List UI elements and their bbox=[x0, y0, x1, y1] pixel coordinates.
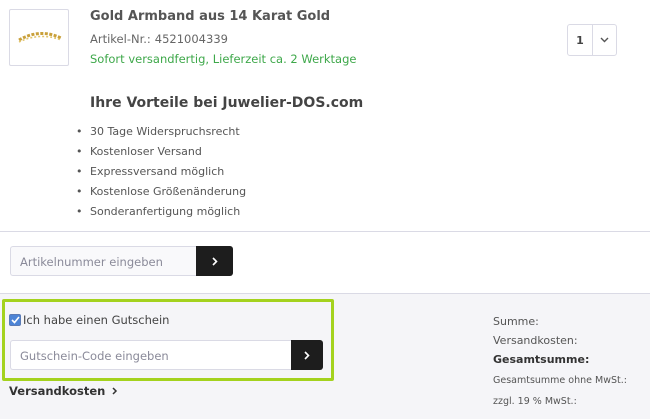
sku-number: 4521004339 bbox=[154, 32, 228, 46]
section-divider bbox=[0, 231, 650, 232]
summary-total-label: Gesamtsumme: bbox=[493, 353, 590, 366]
voucher-checkbox[interactable] bbox=[9, 314, 21, 326]
chevron-down-icon bbox=[593, 37, 616, 43]
product-thumbnail[interactable] bbox=[9, 9, 69, 66]
voucher-submit-button[interactable] bbox=[291, 340, 323, 370]
shipping-status: Sofort versandfertig, Lieferzeit ca. 2 W… bbox=[90, 52, 357, 66]
product-title[interactable]: Gold Armband aus 14 Karat Gold bbox=[90, 9, 330, 24]
summary-net-label: Gesamtsumme ohne MwSt.: bbox=[493, 375, 627, 386]
quantity-select[interactable]: 1 bbox=[567, 24, 617, 56]
article-add-button[interactable] bbox=[196, 246, 233, 276]
quantity-value: 1 bbox=[576, 33, 584, 47]
article-number-input[interactable]: Artikelnummer eingeben bbox=[10, 246, 196, 276]
list-item: Sonderanfertigung möglich bbox=[76, 204, 246, 224]
list-item: Kostenloser Versand bbox=[76, 144, 246, 164]
gold-bracelet-image bbox=[18, 32, 62, 43]
summary-shipping-label: Versandkosten: bbox=[493, 334, 578, 347]
chevron-right-icon bbox=[304, 350, 310, 360]
chevron-right-icon bbox=[112, 387, 118, 395]
voucher-checkbox-label[interactable]: Ich habe einen Gutschein bbox=[23, 313, 169, 327]
benefits-title: Ihre Vorteile bei Juwelier-DOS.com bbox=[90, 95, 364, 111]
sku-label: Artikel-Nr.: bbox=[90, 32, 151, 46]
benefits-list: 30 Tage Widerspruchsrecht Kostenloser Ve… bbox=[76, 124, 246, 224]
list-item: Expressversand möglich bbox=[76, 164, 246, 184]
checkmark-icon bbox=[10, 316, 20, 324]
voucher-code-input[interactable]: Gutschein-Code eingeben bbox=[10, 340, 291, 370]
product-sku: Artikel-Nr.: 4521004339 bbox=[90, 32, 228, 46]
shipping-cost-link-label: Versandkosten bbox=[9, 384, 106, 398]
shipping-cost-link[interactable]: Versandkosten bbox=[9, 384, 118, 398]
chevron-right-icon bbox=[211, 256, 218, 266]
list-item: 30 Tage Widerspruchsrecht bbox=[76, 124, 246, 144]
summary-sum-label: Summe: bbox=[493, 315, 539, 328]
list-item: Kostenlose Größenänderung bbox=[76, 184, 246, 204]
summary-vat-label: zzgl. 19 % MwSt.: bbox=[493, 396, 577, 407]
